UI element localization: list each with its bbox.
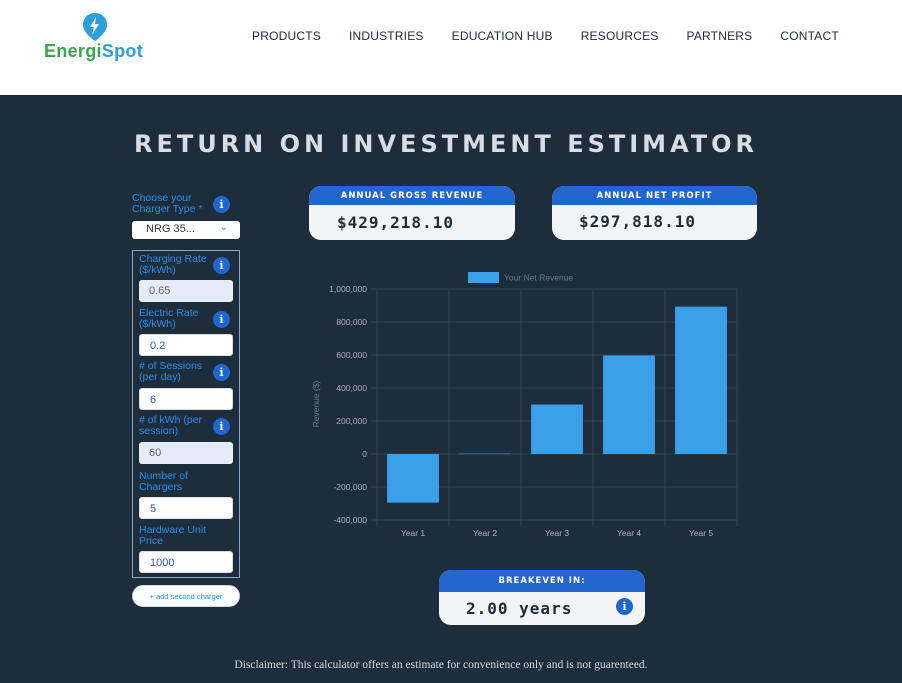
charging-rate-input[interactable]: 0.65 — [139, 280, 233, 302]
nav-products[interactable]: PRODUCTS — [252, 29, 321, 43]
breakeven-card: BREAKEVEN IN: 2.00 years i — [439, 570, 645, 625]
bar-year-2 — [459, 453, 511, 455]
chevron-down-icon: ⌄ — [219, 222, 228, 233]
logo[interactable]: EnergiSpot — [42, 12, 144, 62]
page-title: RETURN ON INVESTMENT ESTIMATOR — [133, 130, 759, 158]
charger-type-select[interactable]: NRG 35... ⌄ — [132, 221, 240, 239]
charging-rate-label: Charging Rate ($/kWh) — [139, 253, 207, 276]
y-tick-label: 0 — [362, 449, 367, 459]
net-profit-card: ANNUAL NET PROFIT $297,818.10 — [552, 186, 757, 240]
main-nav: PRODUCTS INDUSTRIES EDUCATION HUB RESOUR… — [252, 29, 839, 43]
kwh-info-icon[interactable]: i — [213, 418, 230, 435]
y-tick-label: 200,000 — [336, 416, 367, 426]
chargers-input[interactable]: 5 — [139, 497, 233, 519]
legend-label: Your Net Revenue — [504, 273, 573, 283]
sessions-info-icon[interactable]: i — [213, 364, 230, 381]
bar-year-1 — [387, 454, 439, 503]
x-tick-label: Year 4 — [617, 528, 642, 538]
inputs-panel: Charging Rate ($/kWh) i 0.65 Electric Ra… — [132, 250, 240, 578]
electric-rate-info-icon[interactable]: i — [213, 311, 230, 328]
logo-text: EnergiSpot — [44, 41, 144, 61]
net-profit-value: $297,818.10 — [579, 212, 696, 231]
nav-industries[interactable]: INDUSTRIES — [349, 29, 424, 43]
x-tick-label: Year 3 — [545, 528, 570, 538]
nav-partners[interactable]: PARTNERS — [687, 29, 753, 43]
x-tick-label: Year 1 — [401, 528, 426, 538]
electric-rate-input[interactable]: 0.2 — [139, 334, 233, 356]
disclaimer: Disclaimer: This calculator offers an es… — [234, 659, 648, 671]
breakeven-value: 2.00 years — [466, 599, 573, 618]
y-tick-label: 600,000 — [336, 350, 367, 360]
bar-year-5 — [675, 306, 727, 454]
chargers-label: Number of Chargers — [139, 470, 189, 493]
x-tick-label: Year 5 — [689, 528, 714, 538]
legend-swatch — [468, 272, 499, 283]
gross-revenue-value: $429,218.10 — [337, 213, 454, 232]
gross-revenue-card: ANNUAL GROSS REVENUE $429,218.10 — [309, 186, 515, 240]
breakeven-info-icon[interactable]: i — [616, 598, 633, 615]
bar-year-3 — [531, 404, 583, 454]
electric-rate-label: Electric Rate ($/kWh) — [139, 307, 199, 330]
charger-type-info-icon[interactable]: i — [213, 196, 230, 213]
sessions-input[interactable]: 6 — [139, 388, 233, 410]
charger-type-value: NRG 35... — [146, 223, 195, 235]
y-tick-label: -200,000 — [333, 482, 367, 492]
add-second-charger-button[interactable]: + add second charger — [132, 585, 240, 607]
nav-resources[interactable]: RESOURCES — [581, 29, 659, 43]
y-axis-label: Revenue ($) — [311, 380, 321, 427]
bar-year-4 — [603, 355, 655, 454]
x-tick-label: Year 2 — [473, 528, 498, 538]
hardware-price-label: Hardware Unit Price — [139, 524, 207, 547]
sessions-label: # of Sessions (per day) — [139, 360, 203, 383]
y-tick-label: -400,000 — [333, 515, 367, 525]
site-header: EnergiSpot PRODUCTS INDUSTRIES EDUCATION… — [0, 0, 902, 95]
kwh-label: # of kWh (per session) — [139, 414, 203, 437]
net-revenue-chart: Your Net Revenue Revenue ($) 1,000,000 80… — [311, 272, 738, 538]
charging-rate-info-icon[interactable]: i — [213, 257, 230, 274]
y-tick-label: 800,000 — [336, 317, 367, 327]
y-tick-label: 1,000,000 — [329, 284, 367, 294]
gross-revenue-label: ANNUAL GROSS REVENUE — [309, 186, 515, 205]
nav-education-hub[interactable]: EDUCATION HUB — [452, 29, 553, 43]
y-tick-label: 400,000 — [336, 383, 367, 393]
kwh-input[interactable]: 60 — [139, 442, 233, 464]
charger-type-label: Choose your Charger Type * — [132, 192, 203, 215]
logo-pin-icon — [83, 13, 107, 41]
hardware-price-input[interactable]: 1000 — [139, 551, 233, 573]
nav-contact[interactable]: CONTACT — [780, 29, 839, 43]
breakeven-label: BREAKEVEN IN: — [439, 570, 645, 592]
net-profit-label: ANNUAL NET PROFIT — [552, 186, 757, 205]
